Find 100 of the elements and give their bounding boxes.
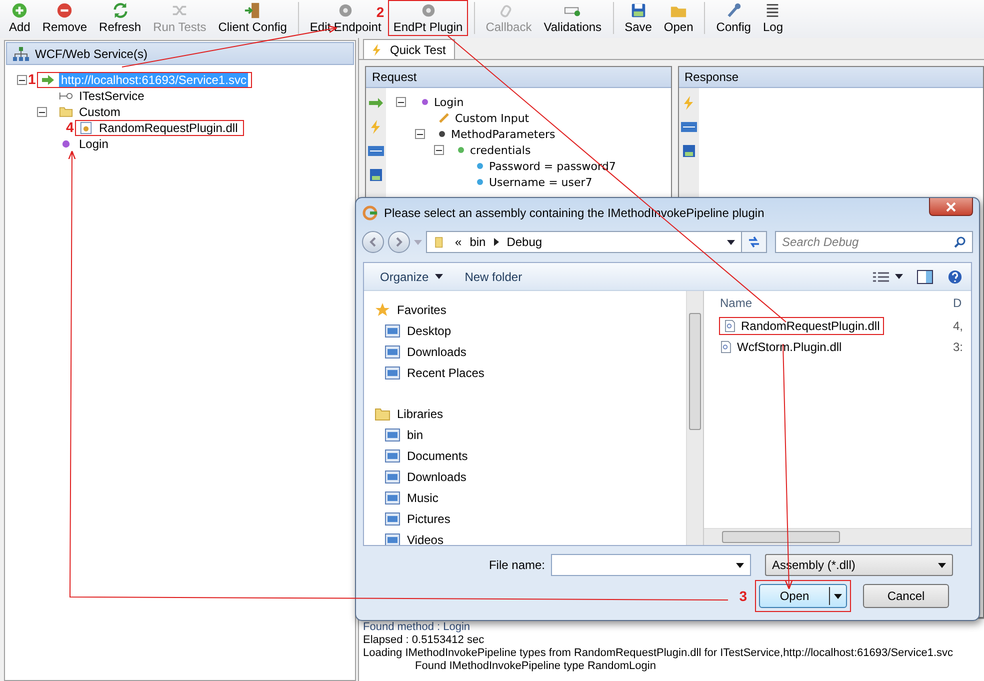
save-icon [630,2,647,19]
tree-item[interactable]: Username = user7 [471,174,596,190]
tree-item[interactable]: Login [416,94,468,110]
expand-toggle[interactable] [17,75,27,85]
toolbar-button[interactable]: Log [758,0,788,36]
breadcrumb-item[interactable]: « [455,235,462,249]
door-icon [244,2,262,19]
tree-item[interactable]: RandomRequestPlugin.dll [75,120,244,136]
document-icon [79,122,93,134]
column-header[interactable]: Name [704,296,953,310]
dot-icon [437,129,447,139]
folder-icon [384,426,401,442]
toolbar-button[interactable]: Open [658,0,698,36]
caret-icon[interactable] [834,594,842,598]
help-icon[interactable] [947,270,963,284]
tree-item[interactable]: MethodParameters [433,126,560,142]
nav-section[interactable]: Libraries [374,403,686,424]
refresh-button[interactable] [741,231,767,253]
toolbar-button[interactable]: Config [711,0,756,36]
nav-item[interactable]: Music [374,487,686,508]
preview-pane-icon[interactable] [917,270,933,284]
toolbar-button[interactable]: Refresh [94,0,146,36]
nav-item[interactable]: Downloads [374,341,686,362]
scrollbar[interactable] [704,528,971,545]
nav-item[interactable]: Recent Places [374,362,686,383]
organize-menu[interactable]: Organize [372,268,451,286]
caret-icon [736,562,744,568]
folder-icon [384,532,401,545]
log-line: Loading IMethodInvokePipeline types from RandomRequestPlugin.dll for ITestService,http://localhost:61693/Service1.svc [363,647,954,660]
folder-icon [374,406,391,422]
search-field[interactable]: Search Debug [775,231,973,253]
refresh-icon [112,2,129,19]
back-icon [368,237,378,247]
folder-icon [384,344,401,360]
folder-icon [384,448,401,464]
toolbar-button[interactable]: EndPt Plugin [388,0,468,36]
open-button[interactable]: Open [759,584,847,608]
toolbar-button[interactable]: Add [4,0,36,36]
close-button[interactable] [929,198,973,216]
file-name-field[interactable] [551,554,751,576]
caret-icon[interactable] [727,240,735,244]
dot-icon [475,161,485,171]
forward-button[interactable] [388,231,410,253]
network-icon [13,46,29,60]
nav-item[interactable]: Documents [374,445,686,466]
scrollbar[interactable] [686,291,703,545]
nav-item[interactable]: Desktop [374,320,686,341]
folder-icon [59,106,73,118]
pane-title: Request [366,67,670,88]
breadcrumb-item[interactable]: bin [470,235,486,249]
callout-number: 4 [66,119,74,135]
table-cell-text: 4, [953,318,964,332]
nav-item[interactable]: bin [374,424,686,445]
add-icon [11,2,28,19]
toolbar-button[interactable]: Save [620,0,657,36]
nav-item[interactable]: Videos [374,529,686,545]
toolbar-button[interactable]: Validations [538,0,607,36]
callout-number: 1 [28,71,36,87]
nav-item[interactable]: Downloads [374,466,686,487]
view-list-icon[interactable] [873,270,889,284]
save-icon[interactable] [680,144,696,158]
folder-icon [384,490,401,506]
tree-item[interactable]: ITestService [55,88,150,104]
dll-file-icon [719,340,733,352]
breadcrumb-item[interactable]: Debug [506,235,542,249]
remove-icon [56,2,74,19]
dot-icon [475,177,485,187]
folder-icon [384,322,401,338]
expand-toggle[interactable] [415,129,425,139]
back-button[interactable] [362,231,384,253]
pencil-icon [437,112,451,124]
tab[interactable]: Quick Test [363,39,455,59]
folder-icon [384,510,401,526]
tree-item[interactable]: Login [55,136,114,152]
tree-item[interactable]: Custom Input [433,110,534,126]
toolbar-button[interactable]: Client Config [213,0,292,36]
star-icon [374,302,391,318]
tree-item[interactable]: Custom [55,104,126,120]
interface-icon [59,90,73,102]
nav-section[interactable]: Favorites [374,299,686,320]
field-label: File name: [488,558,545,572]
toolbar-button[interactable]: Remove [37,0,92,36]
nav-item[interactable]: Pictures [374,508,686,529]
expand-toggle[interactable] [434,145,444,155]
tree-item[interactable]: credentials [452,142,535,158]
xhtml-icon[interactable] [680,120,696,134]
file-item[interactable]: RandomRequestPlugin.dll [719,316,884,334]
save-icon[interactable] [368,168,384,182]
expand-toggle[interactable] [396,97,406,107]
xhtml-icon[interactable] [368,144,384,158]
caret-icon[interactable] [895,274,903,279]
callout-number: 3 [739,588,747,604]
column-header[interactable]: D [953,296,971,310]
command-button[interactable]: New folder [456,268,530,286]
expand-toggle[interactable] [37,107,47,117]
wrench-icon [725,2,742,19]
address-bar[interactable]: « bin Debug [426,231,742,253]
forward-icon [394,237,404,247]
cancel-button[interactable]: Cancel [863,584,949,608]
arrow-icon [41,74,55,86]
